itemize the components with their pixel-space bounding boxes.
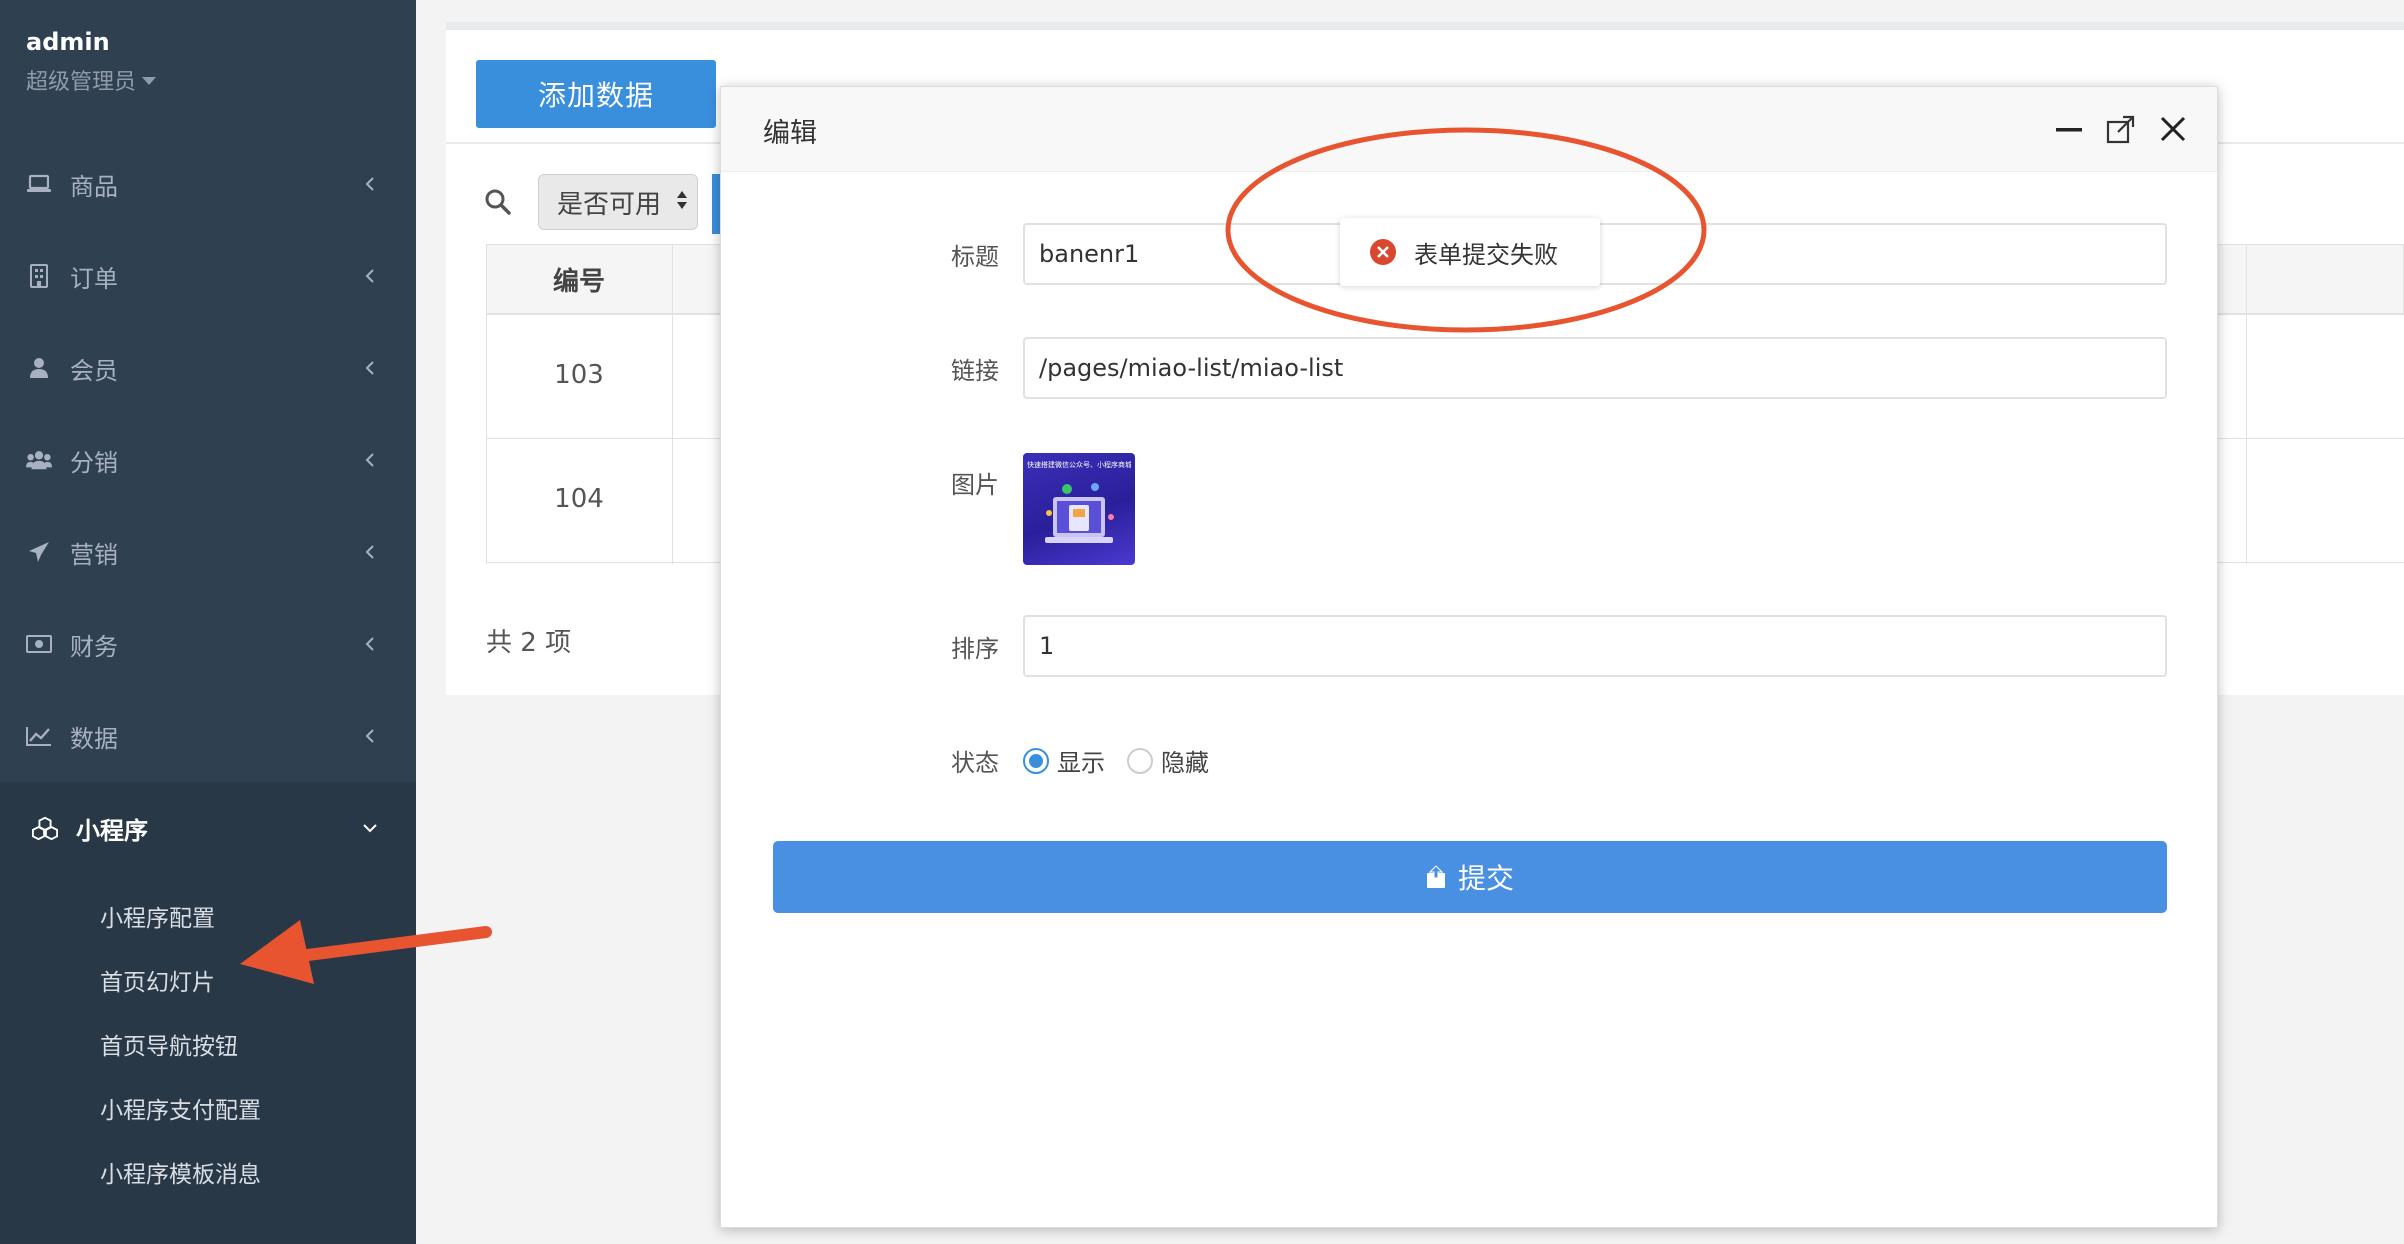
cubes-icon	[32, 815, 58, 841]
sidebar-item-label: 订单	[70, 264, 118, 293]
sidebar-item-label: 小程序	[76, 816, 148, 845]
select-arrows-icon	[677, 191, 687, 209]
user-role: 超级管理员	[26, 70, 137, 95]
sidebar-item-data[interactable]: 数据	[0, 690, 416, 782]
paper-plane-icon	[26, 539, 52, 565]
sidebar: admin 超级管理员 商品 订单 会员 分销 营销 财务 数据 小程序 小程序…	[0, 0, 416, 1244]
sidebar-item-label: 财务	[70, 632, 118, 661]
money-icon	[26, 631, 52, 657]
status-hide-label[interactable]: 隐藏	[1161, 743, 1209, 778]
sort-label: 排序	[951, 635, 999, 663]
modal-title: 编辑	[763, 118, 817, 149]
toast-message: 表单提交失败	[1414, 240, 1558, 269]
sidebar-item-goods[interactable]: 商品	[0, 138, 416, 230]
status-show-radio[interactable]	[1023, 747, 1049, 774]
sidebar-group-miniprogram: 小程序 小程序配置 首页幻灯片 首页导航按钮 小程序支付配置 小程序模板消息	[0, 782, 416, 1244]
status-label: 状态	[951, 749, 999, 777]
image-label: 图片	[951, 471, 999, 499]
chevron-down-icon	[360, 818, 380, 838]
chevron-left-icon	[360, 174, 380, 194]
availability-select[interactable]: 是否可用	[538, 174, 698, 230]
error-toast: 表单提交失败	[1340, 218, 1600, 286]
submenu-item-payment-config[interactable]: 小程序支付配置	[0, 1076, 416, 1140]
submenu-item-miniprogram-config[interactable]: 小程序配置	[0, 884, 416, 948]
close-icon[interactable]	[2155, 111, 2191, 147]
sidebar-item-label: 营销	[70, 540, 118, 569]
sidebar-nav: 商品 订单 会员 分销 营销 财务 数据 小程序 小程序配置 首页幻灯片 首页导…	[0, 138, 416, 1244]
modal-header: 编辑	[721, 87, 2217, 172]
chevron-left-icon	[360, 450, 380, 470]
sidebar-item-label: 商品	[70, 172, 118, 201]
chevron-left-icon	[360, 358, 380, 378]
line-chart-icon	[26, 723, 52, 749]
chevron-left-icon	[360, 542, 380, 562]
sidebar-item-label: 会员	[70, 356, 118, 385]
chevron-left-icon	[360, 266, 380, 286]
search-icon[interactable]	[484, 188, 512, 216]
chevron-left-icon	[360, 634, 380, 654]
laptop-icon	[26, 171, 52, 197]
table-cell-id: 104	[554, 484, 604, 514]
upload-icon	[1426, 865, 1445, 888]
panel-top-border	[446, 22, 2404, 30]
sidebar-submenu: 小程序配置 首页幻灯片 首页导航按钮 小程序支付配置 小程序模板消息	[0, 874, 416, 1244]
table-border	[672, 244, 673, 564]
link-field[interactable]: /pages/miao-list/miao-list	[1023, 337, 2167, 399]
submenu-item-template-message[interactable]: 小程序模板消息	[0, 1140, 416, 1204]
status-radio-group: 显示 隐藏	[1023, 743, 1209, 778]
status-hide-radio[interactable]	[1127, 747, 1153, 774]
add-data-button[interactable]: 添加数据	[476, 60, 716, 128]
user-name[interactable]: admin	[26, 28, 156, 56]
submenu-item-home-nav-buttons[interactable]: 首页导航按钮	[0, 1012, 416, 1076]
table-border	[2246, 244, 2247, 564]
sidebar-item-miniprogram[interactable]: 小程序	[0, 782, 416, 874]
maximize-icon[interactable]	[2103, 111, 2139, 147]
sidebar-item-marketing[interactable]: 营销	[0, 506, 416, 598]
user-icon	[26, 355, 52, 381]
sidebar-item-distribution[interactable]: 分销	[0, 414, 416, 506]
submit-label: 提交	[1457, 863, 1514, 894]
sort-field[interactable]: 1	[1023, 615, 2167, 677]
table-cell-id: 103	[554, 360, 604, 390]
sidebar-item-label: 分销	[70, 448, 118, 477]
title-label: 标题	[951, 243, 999, 271]
users-icon	[26, 447, 52, 473]
chevron-left-icon	[360, 726, 380, 746]
sidebar-item-members[interactable]: 会员	[0, 322, 416, 414]
sidebar-item-label: 数据	[70, 724, 118, 753]
building-icon	[26, 263, 52, 289]
status-show-label[interactable]: 显示	[1057, 743, 1105, 778]
submit-button[interactable]: 提交	[773, 841, 2167, 913]
caret-down-icon	[142, 77, 157, 85]
total-count: 共 2 项	[486, 628, 572, 658]
link-label: 链接	[951, 357, 999, 385]
submenu-item-home-slides[interactable]: 首页幻灯片	[0, 948, 416, 1012]
banner-thumbnail[interactable]: 快速搭建微信公众号、小程序商城	[1023, 453, 1135, 565]
select-value: 是否可用	[557, 189, 662, 220]
user-role-dropdown[interactable]: 超级管理员	[26, 64, 157, 96]
column-header-id[interactable]: 编号	[486, 244, 672, 314]
sidebar-item-finance[interactable]: 财务	[0, 598, 416, 690]
error-icon	[1370, 239, 1396, 265]
sidebar-item-orders[interactable]: 订单	[0, 230, 416, 322]
profile: admin 超级管理员	[26, 28, 157, 96]
minimize-icon[interactable]	[2051, 111, 2087, 147]
